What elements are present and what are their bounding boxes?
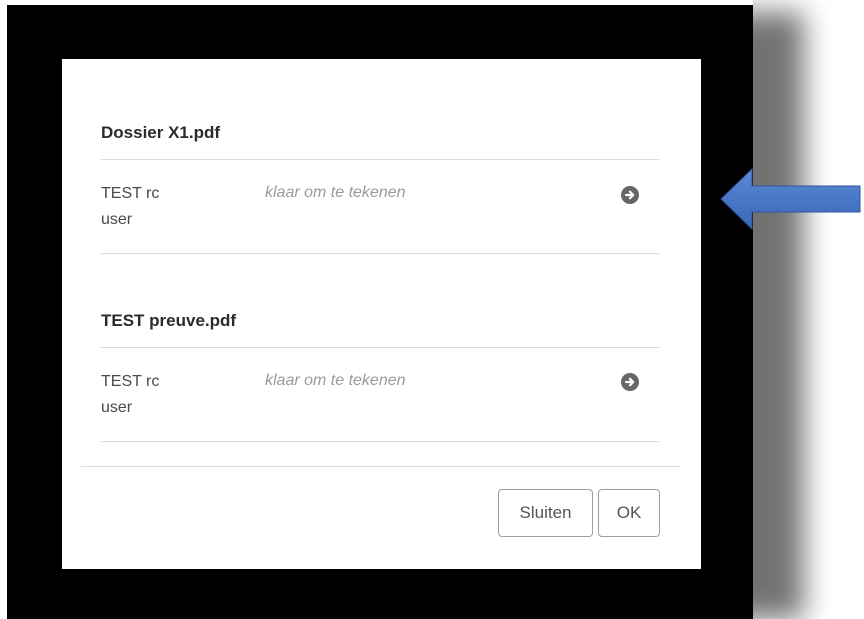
ok-button[interactable]: OK xyxy=(598,489,660,537)
signer-role: user xyxy=(101,211,133,228)
document-title: TEST preuve.pdf xyxy=(101,311,237,330)
sign-documents-modal: Dossier X1.pdf TEST rc user klaar om te … xyxy=(62,59,701,569)
signer-name-text: TEST rc xyxy=(101,373,160,390)
divider xyxy=(101,347,659,348)
divider xyxy=(101,253,659,254)
document-title: Dossier X1.pdf xyxy=(101,123,221,142)
signer-name: TEST rc user xyxy=(101,181,221,233)
signer-role: user xyxy=(101,399,133,416)
signer-name: TEST rc user xyxy=(101,369,221,421)
signer-name-text: TEST rc xyxy=(101,185,160,202)
arrow-glyph xyxy=(624,377,635,387)
signer-status: klaar om te tekenen xyxy=(265,184,406,201)
arrow-circle-right-icon[interactable] xyxy=(621,186,639,204)
divider xyxy=(101,441,659,442)
arrow-glyph xyxy=(624,190,635,200)
close-button[interactable]: Sluiten xyxy=(498,489,593,537)
arrow-circle-right-icon[interactable] xyxy=(621,373,639,391)
footer-divider xyxy=(81,466,681,467)
divider xyxy=(101,159,659,160)
signer-status: klaar om te tekenen xyxy=(265,372,406,389)
pointer-arrow-icon xyxy=(720,168,861,230)
